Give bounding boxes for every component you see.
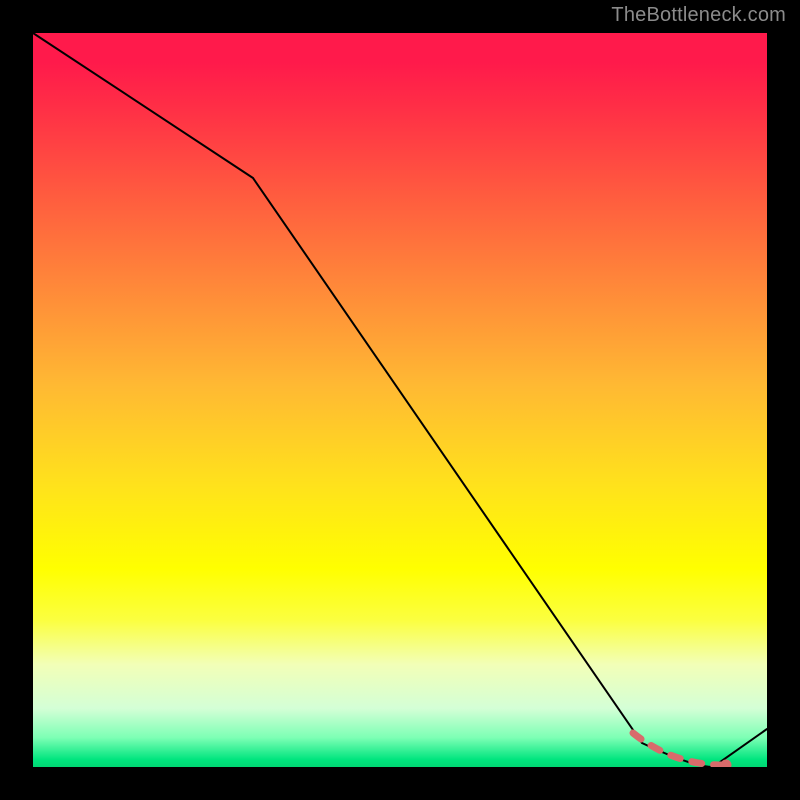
- bottleneck-curve-line: [33, 33, 767, 767]
- chart-svg: [33, 33, 767, 767]
- plot-area: [33, 33, 767, 767]
- chart-stage: TheBottleneck.com: [0, 0, 800, 800]
- watermark-text: TheBottleneck.com: [611, 4, 786, 27]
- highlight-dashed-segment: [633, 733, 723, 765]
